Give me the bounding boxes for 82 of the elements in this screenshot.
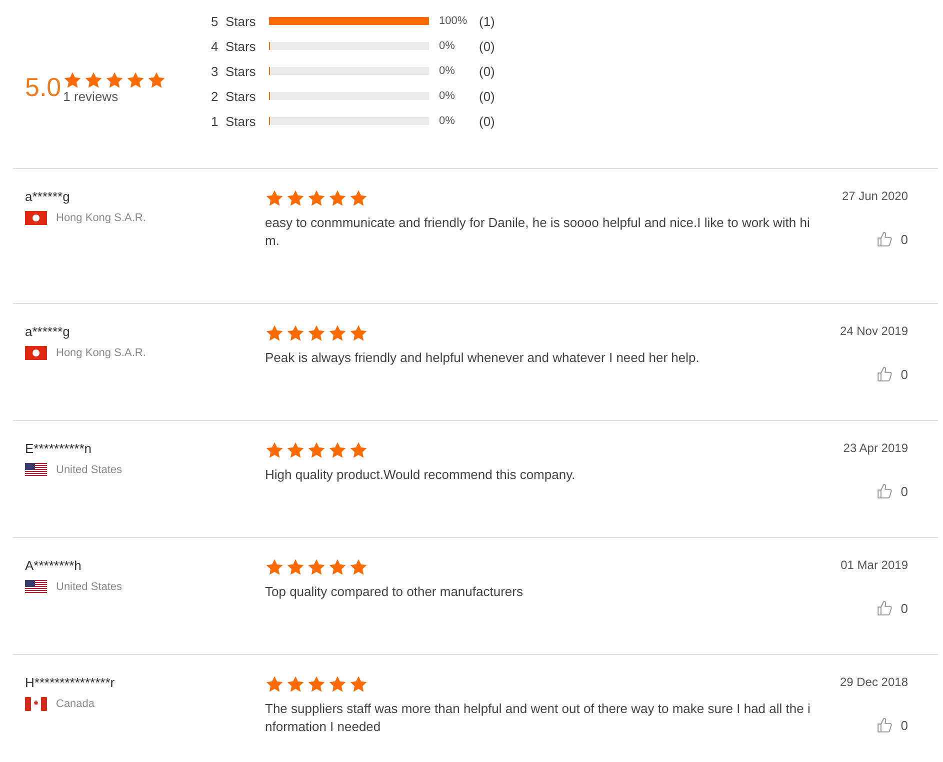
rating-percent: 0%: [439, 115, 456, 127]
review-text: easy to conmmunicate and friendly for Danile, he is soooo helpful and nice.I like to work with him.: [265, 214, 811, 250]
star-icon: [265, 675, 284, 694]
star-icon: [349, 189, 368, 208]
rating-percent: 100%: [439, 15, 468, 27]
star-icon: [147, 70, 166, 90]
star-icon: [286, 558, 305, 577]
star-icon: [286, 675, 305, 694]
review-text: The suppliers staff was more than helpful and went out of there way to make sure I had all the information I needed: [265, 700, 812, 736]
rating-count: (0): [479, 88, 495, 104]
flag-icon: [25, 580, 47, 594]
review-date: 23 Apr 2019: [843, 441, 908, 455]
review-text: Peak is always friendly and helpful whenever and whatever I need her help.: [265, 349, 700, 367]
reviewer-name: a******g: [25, 189, 71, 204]
flag-icon: [25, 463, 47, 477]
rating-percent: 0%: [439, 40, 456, 52]
star-icon: [349, 558, 368, 577]
star-icon: [265, 324, 284, 343]
like-count: 0: [900, 484, 908, 499]
star-icon: [84, 70, 104, 90]
star-icon: [126, 70, 146, 90]
star-icon: [328, 189, 347, 208]
star-icon: [328, 324, 347, 343]
star-level-label: 4 Stars: [211, 38, 257, 54]
review-date: 01 Mar 2019: [840, 558, 908, 572]
review-date: 27 Jun 2020: [842, 189, 908, 203]
like-count: 0: [900, 232, 908, 247]
review-count: 1 reviews: [63, 90, 120, 104]
star-icon: [286, 441, 305, 460]
review-date: 29 Dec 2018: [840, 675, 908, 689]
reviewer-country: Hong Kong S.A.R.: [56, 347, 146, 359]
star-icon: [265, 558, 284, 577]
star-icon: [105, 70, 124, 90]
flag-icon: [25, 211, 47, 225]
star-icon: [265, 441, 284, 460]
reviewer-name: a******g: [25, 324, 71, 339]
star-level-label: 2 Stars: [211, 88, 257, 104]
rating-count: (1): [479, 14, 495, 28]
rating-percent: 0%: [439, 90, 456, 102]
star-level-label: 3 Stars: [211, 64, 257, 78]
rating-count: (0): [479, 38, 495, 54]
star-icon: [265, 189, 284, 208]
reviewer-country: Canada: [56, 698, 95, 710]
star-icon: [328, 441, 347, 460]
star-icon: [307, 441, 326, 460]
like-count: 0: [900, 718, 908, 733]
star-icon: [63, 70, 82, 90]
thumbs-up-icon[interactable]: [876, 231, 893, 248]
star-icon: [328, 675, 347, 694]
thumbs-up-icon[interactable]: [876, 483, 893, 500]
review-text: Top quality compared to other manufacturers: [265, 583, 524, 601]
star-icon: [307, 324, 326, 343]
star-icon: [307, 558, 326, 577]
rating-count: (0): [479, 114, 495, 128]
star-icon: [328, 558, 347, 577]
star-level-label: 1 Stars: [211, 114, 257, 128]
thumbs-up-icon[interactable]: [876, 717, 893, 734]
flag-icon: [25, 346, 47, 360]
like-count: 0: [900, 367, 908, 382]
review-date: 24 Nov 2019: [840, 324, 908, 338]
star-level-label: 5 Stars: [211, 14, 257, 28]
thumbs-up-icon[interactable]: [876, 600, 893, 617]
star-icon: [307, 189, 326, 208]
reviewer-country: United States: [56, 464, 122, 476]
reviewer-name: E**********n: [25, 441, 92, 456]
star-icon: [349, 441, 368, 460]
star-icon: [286, 324, 305, 343]
star-icon: [349, 324, 368, 343]
thumbs-up-icon[interactable]: [876, 366, 893, 383]
star-icon: [286, 189, 305, 208]
star-icon: [307, 675, 326, 694]
average-score: 5.0: [25, 74, 62, 100]
rating-count: (0): [479, 64, 495, 78]
star-icon: [349, 675, 368, 694]
review-text: High quality product.Would recommend this company.: [265, 466, 576, 484]
reviewer-name: H***************r: [25, 675, 116, 690]
reviewer-country: Hong Kong S.A.R.: [56, 212, 146, 224]
like-count: 0: [900, 601, 908, 616]
rating-percent: 0%: [439, 65, 456, 77]
flag-icon: [25, 697, 47, 711]
reviewer-name: A********h: [25, 558, 82, 573]
reviewer-country: United States: [56, 581, 122, 593]
